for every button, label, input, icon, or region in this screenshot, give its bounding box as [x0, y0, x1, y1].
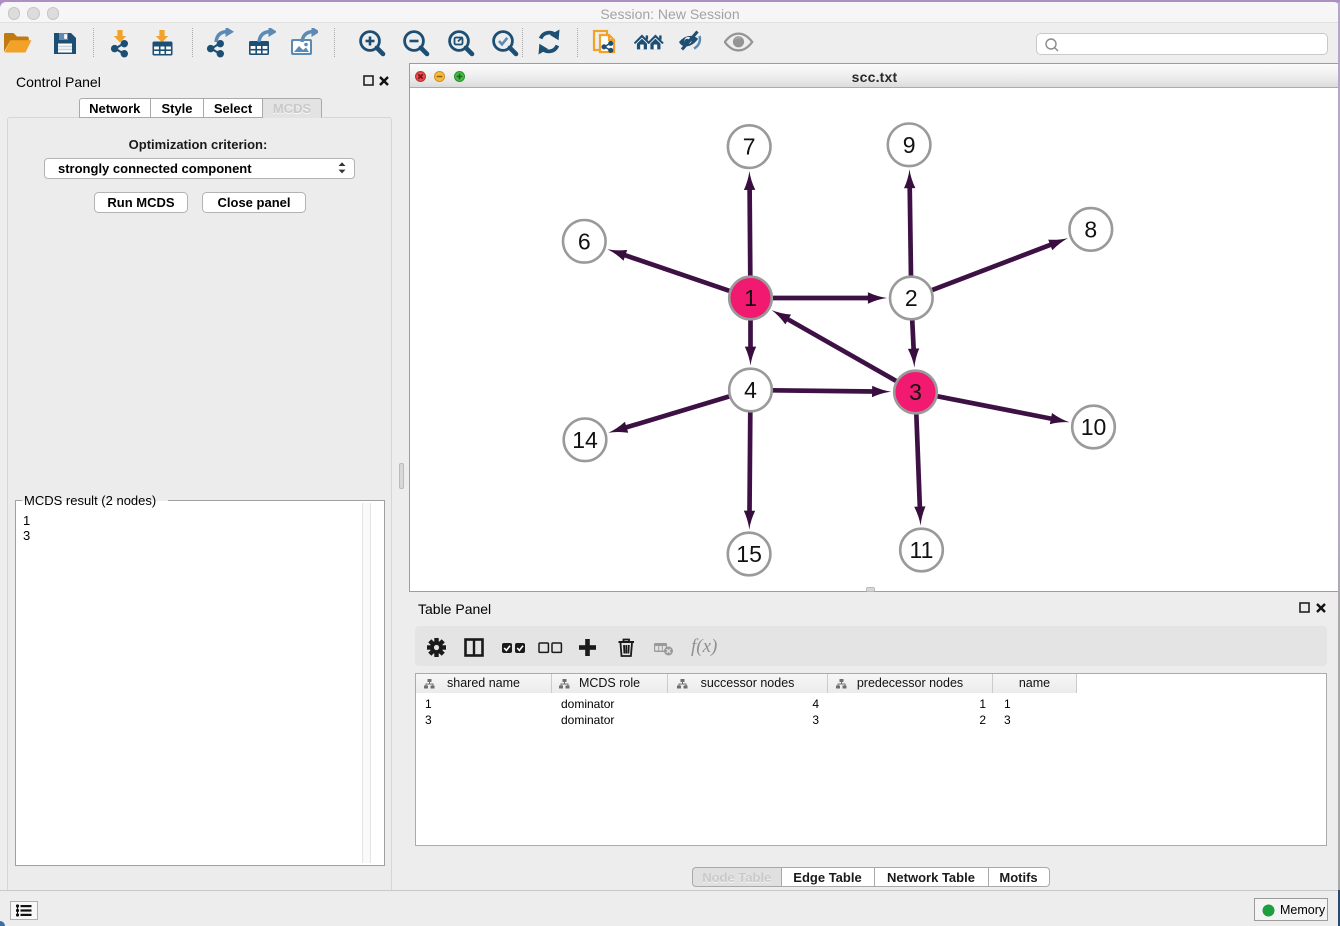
svg-text:15: 15 — [736, 541, 762, 567]
svg-text:11: 11 — [910, 537, 934, 563]
svg-text:8: 8 — [1084, 216, 1097, 242]
svg-text:1: 1 — [744, 285, 757, 311]
svg-text:2: 2 — [905, 285, 918, 311]
svg-text:14: 14 — [572, 427, 598, 453]
svg-text:9: 9 — [903, 132, 916, 158]
svg-text:4: 4 — [744, 377, 757, 403]
svg-text:3: 3 — [909, 379, 922, 405]
svg-text:7: 7 — [743, 134, 756, 160]
svg-text:10: 10 — [1081, 414, 1107, 440]
svg-text:6: 6 — [578, 228, 591, 254]
